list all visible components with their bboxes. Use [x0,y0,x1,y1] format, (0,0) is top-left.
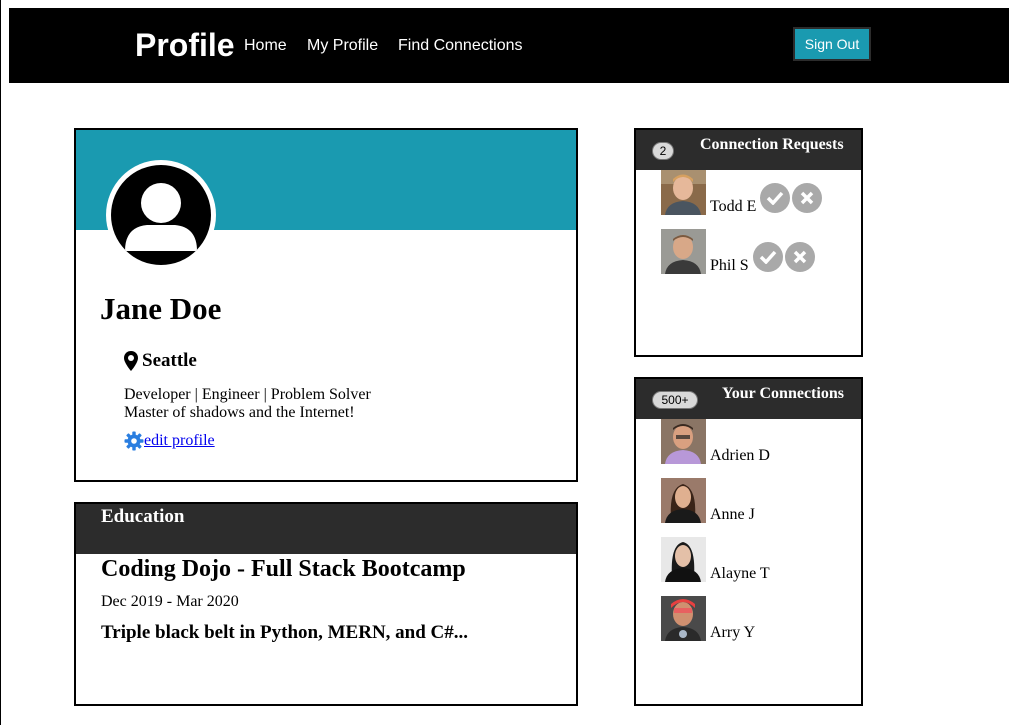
check-icon [759,250,776,264]
accept-request-button[interactable] [760,183,791,213]
connection-name[interactable]: Adrien D [710,448,770,464]
reject-request-button[interactable] [792,183,823,213]
requests-header: 2 Connection Requests [636,130,861,170]
connection-avatar [661,537,706,582]
bio-line-2: Master of shadows and the Internet! [124,404,355,421]
education-title: Education [101,506,185,527]
nav-find-connections-link[interactable]: Find Connections [398,36,523,56]
connection-requests-panel: 2 Connection Requests Todd E Phil S [634,128,863,357]
request-name[interactable]: Phil S [710,258,749,274]
check-icon [767,191,784,205]
connection-avatar [661,478,706,523]
connection-avatar [661,419,706,464]
profile-name: Jane Doe [100,291,222,326]
connection-item[interactable]: Arry Y [661,596,755,641]
reject-request-button[interactable] [784,242,815,272]
nav-my-profile-link[interactable]: My Profile [307,36,378,56]
close-icon [793,250,806,264]
close-icon [801,191,814,205]
sign-out-button[interactable]: Sign Out [793,27,871,61]
gear-icon [124,431,144,451]
requests-title: Connection Requests [700,136,844,153]
profile-card: Jane Doe Seattle Developer | Engineer | … [74,128,578,482]
profile-bio: Developer | Engineer | Problem Solver Ma… [124,386,371,422]
connections-title: Your Connections [722,385,844,402]
location-text: Seattle [142,350,197,371]
connection-name[interactable]: Anne J [710,507,755,523]
request-avatar [661,229,706,274]
brand-logo[interactable]: Profile [135,25,235,65]
education-description: Triple black belt in Python, MERN, and C… [101,622,469,643]
request-item: Phil S [661,229,815,274]
connections-count-badge: 500+ [652,391,698,409]
request-name[interactable]: Todd E [710,199,756,215]
accept-request-button[interactable] [752,242,783,272]
connection-avatar [661,596,706,641]
connection-name[interactable]: Alayne T [710,566,770,582]
edit-profile-link[interactable]: edit profile [124,431,215,451]
user-placeholder-icon [125,183,197,251]
edit-profile-label[interactable]: edit profile [144,432,215,450]
connections-header: 500+ Your Connections [636,379,861,419]
requests-count-badge: 2 [652,142,674,160]
profile-location: Seattle [124,350,197,372]
map-pin-icon [124,351,138,371]
education-dates: Dec 2019 - Mar 2020 [101,593,239,610]
education-school: Coding Dojo - Full Stack Bootcamp [101,556,466,582]
request-avatar [661,170,706,215]
connection-item[interactable]: Anne J [661,478,755,523]
connection-item[interactable]: Adrien D [661,419,770,464]
bio-line-1: Developer | Engineer | Problem Solver [124,386,371,403]
top-navbar: Profile Home My Profile Find Connections… [9,8,1009,83]
nav-home-link[interactable]: Home [244,36,287,56]
education-card: Education Coding Dojo - Full Stack Bootc… [74,502,578,706]
education-header: Education [76,504,576,554]
page-border [0,0,1,725]
profile-avatar [106,160,216,270]
your-connections-panel: 500+ Your Connections Adrien D Anne J Al… [634,377,863,706]
connection-name[interactable]: Arry Y [710,625,755,641]
request-item: Todd E [661,170,823,215]
connection-item[interactable]: Alayne T [661,537,770,582]
